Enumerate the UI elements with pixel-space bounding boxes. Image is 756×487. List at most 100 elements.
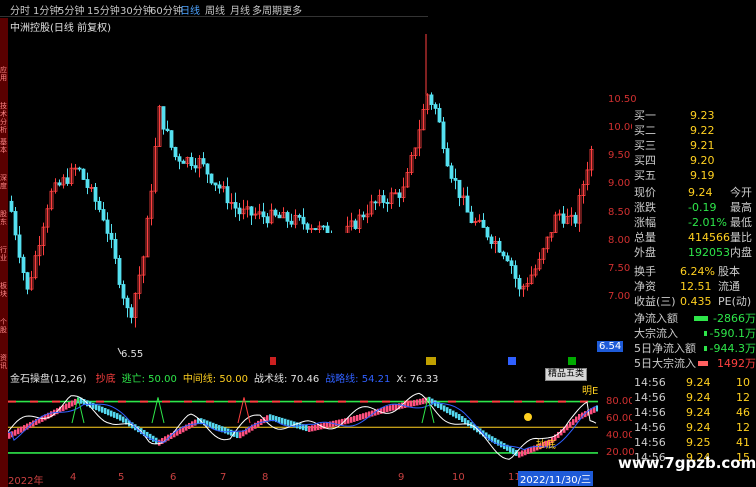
price-tick: 7.50 [608,262,631,274]
tab-5[interactable]: 60分钟 [150,2,183,17]
wave-segment [152,435,155,442]
quote-row: 净资 12.51 流通 [632,279,756,295]
wave-segment [389,405,392,412]
candle-body [433,104,438,109]
sidebar-item[interactable]: 板块 [0,282,8,298]
bid-row: 买四 9.20 [632,153,756,169]
wave-segment [458,413,461,420]
candle-body [201,158,206,165]
date-tick: 8 [262,472,269,483]
wave-segment [104,408,107,415]
tab-4[interactable]: 30分钟 [120,2,153,17]
sidebar-item[interactable]: 资讯 [0,354,8,370]
candle-body [513,265,518,279]
candle-body [217,184,222,189]
candle-body [161,106,166,130]
site-watermark: www.7gpzb.com [618,454,756,472]
date-tick: 9 [398,472,405,483]
wave-segment [410,400,413,407]
quote-label2: 最低 [730,216,752,229]
sidebar-item[interactable]: 行业 [0,246,8,262]
candle-body [489,236,494,244]
wave-segment [575,416,578,423]
event-marker [568,357,576,365]
indicator-chart[interactable]: 明E 抄底 [8,382,598,472]
indicator-tick: 40.00 [606,429,635,441]
candle-body [25,272,30,290]
wave-segment [569,421,572,428]
wave-segment [521,450,524,457]
tick-price: 9.24 [686,376,711,389]
candle-body [437,108,442,123]
wave-segment [383,406,386,413]
tab-1[interactable]: 1分钟 [33,2,59,17]
wave-segment [14,429,17,436]
candle-body [105,219,110,234]
bid-label: 买三 [634,139,656,152]
wave-segment [365,412,368,419]
candle-body [169,130,174,148]
sidebar-item[interactable]: 深度 [0,174,8,190]
event-marker [270,357,276,365]
candlestick-chart[interactable]: 6.55 [8,30,598,365]
candle-body [485,227,490,238]
tab-3[interactable]: 15分钟 [87,2,120,17]
wave-segment [452,410,455,417]
tab-2[interactable]: 5分钟 [58,2,84,17]
tick-price: 9.24 [686,391,711,404]
tab-0[interactable]: 分时 [10,2,30,17]
flow-value: 1492万 [717,357,756,370]
wave-segment [224,427,227,434]
wave-segment [449,408,452,415]
price-tick: 9.00 [608,178,631,190]
tick-time: 14:56 [634,421,666,434]
candle-body [445,148,450,167]
tab-8[interactable]: 月线 [230,2,250,17]
sidebar-item[interactable]: 技术分析 [0,102,8,134]
tab-6[interactable]: 日线 [180,2,200,17]
quote-row: 换手 6.24% 股本 [632,264,756,280]
wave-segment [572,419,575,426]
wave-segment [116,413,119,420]
tick-row: 14:56 9.24 12 [632,390,756,406]
wave-segment [596,405,598,412]
quote-label: 换手 [634,265,656,278]
indicator-select-button[interactable]: 精品五类 [545,368,588,381]
candle-body [457,179,462,198]
wave-segment [158,439,161,446]
date-tick: 2022年 [8,476,44,487]
wave-segment [122,416,125,423]
flow-bar [704,331,707,336]
candle-body [101,209,106,221]
quote-label: 现价 [634,186,656,199]
candle-body [429,94,434,105]
candle-body [285,212,290,222]
wave-segment [350,416,353,423]
tick-row: 14:56 9.24 10 [632,375,756,391]
wave-segment [119,414,122,421]
current-price-tag: 6.54 [597,341,624,352]
candle-body [177,156,182,162]
tick-row: 14:56 9.24 46 [632,405,756,421]
candle-body [125,297,130,309]
sidebar-item[interactable]: 基本 [0,138,8,154]
tab-9[interactable]: 多周期 [252,2,282,17]
candle-body [353,220,358,229]
sidebar-item[interactable]: 股东 [0,210,8,226]
tab-7[interactable]: 周线 [205,2,225,17]
wave-segment [308,425,311,432]
candle-body [173,146,178,158]
bright-label: 明E [582,385,598,397]
sidebar-item[interactable]: 个股 [0,318,8,334]
sidebar-item[interactable]: 应用 [0,66,8,82]
price-tick: 9.50 [608,150,631,162]
tab-10[interactable]: 更多 [282,2,302,17]
wave-segment [278,416,281,423]
tick-volume: 12 [736,421,750,434]
quote-label2: 股本 [718,265,740,278]
bid-label: 买二 [634,124,656,137]
low-price-label: 6.55 [121,349,143,360]
candle-body [129,307,134,318]
wave-segment [524,449,527,456]
candle-body [205,163,210,175]
